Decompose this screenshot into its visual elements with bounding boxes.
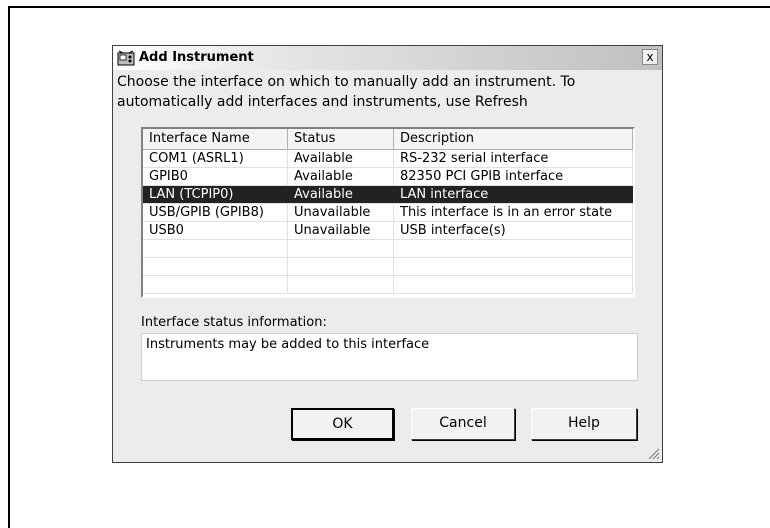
interface-list[interactable]: Interface Name Status Description COM1 (…	[141, 127, 635, 298]
interface-name-cell: LAN (TCPIP0)	[143, 186, 288, 203]
interface-name-cell: GPIB0	[143, 168, 288, 185]
empty-cell	[143, 258, 288, 275]
dialog-title: Add Instrument	[139, 50, 254, 65]
status-info-label: Interface status information:	[141, 315, 327, 330]
instrument-app-icon	[117, 50, 135, 66]
empty-cell	[394, 240, 633, 257]
column-header-description[interactable]: Description	[394, 129, 633, 149]
empty-row	[143, 276, 633, 294]
title-bar[interactable]: Add Instrument x	[113, 46, 662, 70]
table-row[interactable]: USB/GPIB (GPIB8) Unavailable This interf…	[143, 204, 633, 222]
empty-cell	[288, 258, 394, 275]
status-cell: Unavailable	[288, 222, 394, 239]
interface-name-cell: USB0	[143, 222, 288, 239]
empty-row	[143, 240, 633, 258]
description-cell: LAN interface	[394, 186, 633, 203]
table-row[interactable]: USB0 Unavailable USB interface(s)	[143, 222, 633, 240]
status-cell: Available	[288, 150, 394, 167]
column-header-status[interactable]: Status	[288, 129, 394, 149]
status-info-box: Instruments may be added to this interfa…	[141, 333, 638, 381]
ok-button[interactable]: OK	[291, 408, 394, 440]
empty-cell	[143, 240, 288, 257]
description-cell: 82350 PCI GPIB interface	[394, 168, 633, 185]
empty-cell	[394, 258, 633, 275]
instructions-text: Choose the interface on which to manuall…	[117, 74, 576, 110]
list-header: Interface Name Status Description	[143, 129, 633, 150]
interface-name-cell: COM1 (ASRL1)	[143, 150, 288, 167]
table-row[interactable]: GPIB0 Available 82350 PCI GPIB interface	[143, 168, 633, 186]
status-cell: Unavailable	[288, 204, 394, 221]
table-row-selected[interactable]: LAN (TCPIP0) Available LAN interface	[143, 186, 633, 204]
empty-cell	[288, 276, 394, 293]
description-cell: RS-232 serial interface	[394, 150, 633, 167]
status-cell: Available	[288, 186, 394, 203]
close-icon[interactable]: x	[642, 49, 658, 65]
empty-cell	[394, 276, 633, 293]
empty-cell	[288, 240, 394, 257]
description-cell: This interface is in an error state	[394, 204, 633, 221]
interface-name-cell: USB/GPIB (GPIB8)	[143, 204, 288, 221]
resize-grip-icon[interactable]	[646, 446, 660, 460]
status-cell: Available	[288, 168, 394, 185]
add-instrument-dialog: Add Instrument x Choose the interface on…	[112, 45, 663, 463]
empty-cell	[143, 276, 288, 293]
help-button[interactable]: Help	[531, 408, 637, 440]
column-header-interface-name[interactable]: Interface Name	[143, 129, 288, 149]
description-cell: USB interface(s)	[394, 222, 633, 239]
empty-row	[143, 258, 633, 276]
cancel-button[interactable]: Cancel	[411, 408, 515, 440]
table-row[interactable]: COM1 (ASRL1) Available RS-232 serial int…	[143, 150, 633, 168]
